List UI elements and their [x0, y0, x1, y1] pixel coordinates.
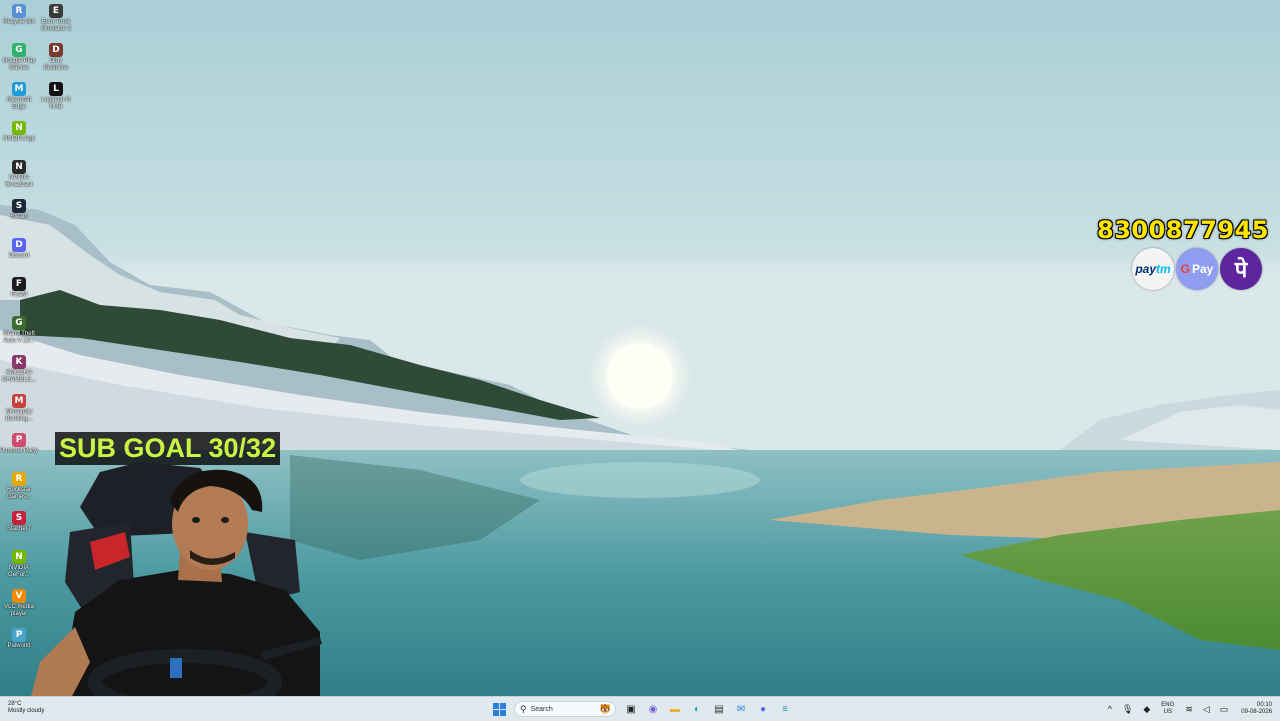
notepad-button[interactable]: ≡	[776, 700, 794, 718]
chevron-up-icon[interactable]: ^	[1108, 704, 1112, 714]
copilot-button[interactable]: ◉	[644, 700, 662, 718]
weather-widget[interactable]: 28°C Mostly cloudy	[8, 701, 44, 715]
microphone-icon[interactable]: 🎙	[1122, 704, 1133, 715]
search-icon: ⚲	[520, 703, 527, 714]
desktop-icon[interactable]: M Microsoft Edge	[0, 82, 38, 111]
system-tray: ^ 🎙 ◆ ENG US ≋ ◁ ▭ 00:10 09-08-2026	[1103, 700, 1272, 718]
desktop-icon[interactable]: G Grand Theft Auto V Le...	[0, 316, 38, 345]
nvidia-broadcast-icon: N	[12, 160, 26, 174]
taskbar-center: ⚲ Search 🐯 ▣ ◉ ▬ ◐ ▤ ✉ ● ≡	[488, 700, 796, 718]
desktop-icon-label: Dirty Business	[43, 58, 69, 71]
desktop-icon[interactable]: R Recycle Bin	[0, 4, 38, 26]
kmccha-icon: K	[12, 355, 26, 369]
taskbar-search[interactable]: ⚲ Search 🐯	[514, 701, 616, 717]
recycle-bin-icon: R	[12, 4, 26, 18]
fivem-icon: F	[12, 277, 26, 291]
steam-icon: S	[12, 199, 26, 213]
battery-icon[interactable]: ▭	[1220, 704, 1229, 715]
weather-temp: 28°C	[8, 701, 22, 707]
desktop-icon-label: FiveM	[10, 292, 28, 298]
desktop-icon[interactable]: P Pummel Party	[0, 433, 38, 455]
windows-icon	[492, 702, 506, 716]
desktop-icon[interactable]: D Discord	[0, 238, 38, 260]
desktop-icon[interactable]: F FiveM	[0, 277, 38, 299]
desktop-icon[interactable]: D Dirty Business	[37, 43, 75, 72]
desktop-icon[interactable]: K KMCCHA CHAMELE...	[0, 355, 38, 384]
desktop-icon[interactable]: E Euro Truck Simulator 2	[37, 4, 75, 33]
folder-icon: ▬	[670, 703, 680, 715]
dirty-business-icon: D	[49, 43, 63, 57]
desktop-icon-label: Steam	[10, 214, 28, 220]
nvidia-app-icon: N	[12, 121, 26, 135]
desktop-icon-label: Recycle Bin	[3, 19, 35, 25]
edge-button[interactable]: ◐	[688, 700, 706, 718]
monopoly-icon: M	[12, 394, 26, 408]
desktop-icon[interactable]: G Google Play Games	[0, 43, 38, 72]
desktop-icon-label: Discord	[8, 253, 30, 259]
taskbar-clock[interactable]: 00:10 09-08-2026	[1241, 702, 1272, 716]
copilot-icon: ◉	[648, 703, 658, 715]
desktop-icon-label: KMCCHA CHAMELE...	[1, 370, 36, 383]
desktop-icon-label: Euro Truck Simulator 2	[40, 19, 72, 32]
desktop-icon-label: Google Play Games	[2, 58, 36, 71]
desktop-icon-label: Monopoly Banking...	[5, 409, 33, 422]
lang-top: ENG	[1161, 702, 1175, 708]
webcam-feed	[30, 462, 350, 700]
volume-icon[interactable]: ◁	[1203, 704, 1210, 715]
store-button[interactable]: ▤	[710, 700, 728, 718]
pummel-party-icon: P	[12, 433, 26, 447]
discord-button[interactable]: ●	[754, 700, 772, 718]
sub-goal-banner: SUB GOAL 30/32	[55, 432, 281, 465]
notepad-icon: ≡	[782, 703, 788, 715]
phonepe-icon: पे	[1220, 248, 1262, 290]
start-button[interactable]	[490, 700, 508, 718]
donation-overlay: 8300877945 pay tm G Pay पे	[1097, 216, 1269, 290]
discord-icon: ●	[759, 703, 767, 715]
desktop-icon-label: Microsoft Edge	[6, 97, 32, 110]
lang-bottom: US	[1163, 709, 1172, 715]
desktop-icon[interactable]: N NVIDIA Broadcast	[0, 160, 38, 189]
taskbar: 28°C Mostly cloudy ⚲ Search 🐯 ▣ ◉ ▬ ◐ ▤ …	[0, 696, 1280, 721]
desktop-icon-label: Logitech G HUB	[41, 97, 71, 110]
desktop-icon-label: Grand Theft Auto V Le...	[3, 331, 35, 344]
weather-desc: Mostly cloudy	[8, 708, 45, 714]
palworld-icon: P	[12, 628, 26, 642]
vlc-icon: V	[12, 589, 26, 603]
desktop-icon-label: NVIDIA Broadcast	[5, 175, 33, 188]
location-icon[interactable]: ◆	[1143, 704, 1150, 715]
edge-icon: ◐	[693, 703, 701, 715]
rockstar-icon: R	[12, 472, 26, 486]
payment-icons: pay tm G Pay पे	[1097, 248, 1262, 290]
file-explorer-button[interactable]: ▬	[666, 700, 684, 718]
gpay-icon: G Pay	[1176, 248, 1218, 290]
euro-truck-icon: E	[49, 4, 63, 18]
desktop-icon[interactable]: M Monopoly Banking...	[0, 394, 38, 423]
gta-v-icon: G	[12, 316, 26, 330]
desktop-icon[interactable]: S Steam	[0, 199, 38, 221]
mail-button[interactable]: ✉	[732, 700, 750, 718]
edge-icon: M	[12, 82, 26, 96]
donation-phone-number: 8300877945	[1097, 216, 1269, 244]
clock-time: 00:10	[1256, 702, 1272, 708]
stacher-icon: S	[12, 511, 26, 525]
search-highlight-icon: 🐯	[599, 703, 611, 714]
desktop-icon[interactable]: N NVIDIA App	[0, 121, 38, 143]
mail-icon: ✉	[736, 703, 746, 715]
store-icon: ▤	[714, 703, 724, 715]
discord-icon: D	[12, 238, 26, 252]
task-view-icon: ▣	[626, 703, 636, 715]
desktop-icon-label: NVIDIA App	[3, 136, 35, 142]
wifi-icon[interactable]: ≋	[1185, 704, 1193, 715]
desktop-icon-label: Pummel Party	[0, 448, 38, 454]
google-play-games-icon: G	[12, 43, 26, 57]
nvidia-geforce-icon: N	[12, 550, 26, 564]
desktop-icon[interactable]: L Logitech G HUB	[37, 82, 75, 111]
logitech-ghub-icon: L	[49, 82, 63, 96]
paytm-icon: pay tm	[1132, 248, 1174, 290]
language-indicator[interactable]: ENG US	[1161, 702, 1174, 716]
task-view-button[interactable]: ▣	[622, 700, 640, 718]
clock-date: 09-08-2026	[1241, 709, 1272, 715]
search-placeholder: Search	[530, 705, 553, 713]
